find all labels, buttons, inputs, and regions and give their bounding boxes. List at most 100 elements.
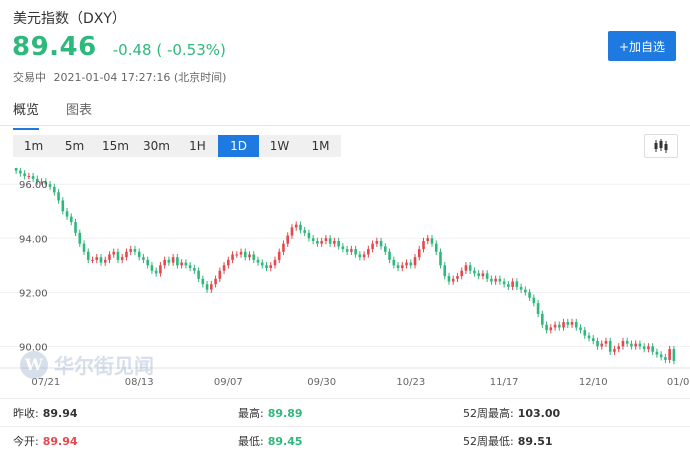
candle <box>566 318 570 328</box>
candle <box>231 251 234 264</box>
stat-label: 52周最高: <box>463 407 514 420</box>
candle <box>108 251 111 264</box>
candle <box>468 262 472 274</box>
stat-value: 89.94 <box>42 407 78 420</box>
status-text: 交易中 <box>13 71 46 84</box>
candle <box>91 256 94 264</box>
candle <box>19 168 22 177</box>
candle <box>528 289 531 301</box>
add-watchlist-button[interactable]: +加自选 <box>608 31 676 61</box>
watermark-logo-icon: W <box>20 350 48 379</box>
candle <box>222 262 226 274</box>
candle <box>664 353 667 364</box>
candle <box>286 232 290 247</box>
candle <box>625 337 629 347</box>
candle <box>524 286 527 296</box>
candle <box>498 275 502 285</box>
period-1h[interactable]: 1H <box>177 135 218 157</box>
candle <box>337 237 340 250</box>
candle <box>371 240 374 253</box>
candle <box>473 267 476 277</box>
candle <box>345 245 349 256</box>
candle <box>74 218 77 237</box>
period-1mo[interactable]: 1M <box>300 135 341 157</box>
page-title: 美元指数（DXY） <box>13 11 126 27</box>
candle <box>477 270 480 280</box>
y-tick-label: 92.00 <box>19 288 48 299</box>
candle <box>430 235 434 247</box>
candle <box>243 248 247 261</box>
candle <box>608 337 612 356</box>
x-tick-label: 10/23 <box>396 377 425 388</box>
stats-row-1: 昨收: 89.94 最高: 89.89 52周最高: 103.00 <box>0 398 690 427</box>
period-30m[interactable]: 30m <box>136 135 177 157</box>
candle <box>541 310 544 328</box>
candle <box>596 337 599 350</box>
candle <box>48 180 52 191</box>
candle <box>294 221 298 231</box>
candle <box>426 235 430 245</box>
x-tick-label: 01/0 <box>667 377 689 388</box>
stat-label: 最低: <box>238 435 264 448</box>
chart-type-button[interactable] <box>644 134 678 158</box>
candle <box>27 172 31 180</box>
candle <box>638 340 642 350</box>
stat-value: 89.94 <box>42 435 78 448</box>
stats-row-2: 今开: 89.94 最低: 89.45 52周最低: 89.51 <box>0 426 690 455</box>
candle <box>384 243 387 256</box>
candle <box>570 318 574 328</box>
candle <box>176 253 179 269</box>
candle <box>574 318 578 331</box>
candle <box>375 237 379 247</box>
period-1d[interactable]: 1D <box>218 135 259 157</box>
period-5m[interactable]: 5m <box>54 135 95 157</box>
candlestick-icon <box>654 139 668 153</box>
y-tick-label: 96.00 <box>19 180 48 191</box>
candle <box>307 229 311 242</box>
candle <box>617 343 621 353</box>
candle <box>103 256 107 266</box>
candle <box>396 262 400 272</box>
candle <box>490 275 493 285</box>
x-tick-label: 11/17 <box>490 377 519 388</box>
candle <box>150 262 154 274</box>
candle <box>159 262 162 277</box>
candle <box>201 275 205 288</box>
tab-divider <box>0 125 690 126</box>
candle <box>502 278 506 288</box>
candle <box>358 251 362 261</box>
candle <box>405 259 408 269</box>
stat-52w-high: 52周最高: 103.00 <box>463 405 560 421</box>
candle <box>558 321 561 331</box>
candle <box>133 245 137 256</box>
price-change: -0.48 ( -0.53%) <box>112 41 226 59</box>
candle <box>214 275 217 288</box>
candle <box>659 351 663 361</box>
candle <box>333 237 336 247</box>
candle <box>350 245 353 256</box>
candle <box>362 251 366 261</box>
candle <box>197 267 200 283</box>
period-15m[interactable]: 15m <box>95 135 136 157</box>
watermark-text: 华尔街见闻 <box>54 354 154 378</box>
candle <box>193 264 196 274</box>
candle <box>180 259 183 269</box>
candle <box>536 299 540 318</box>
candle <box>154 267 158 277</box>
period-1m[interactable]: 1m <box>13 135 54 157</box>
stat-label: 昨收: <box>13 407 39 420</box>
candle <box>14 168 18 174</box>
candle <box>53 183 56 196</box>
candle <box>600 340 604 350</box>
candle <box>235 251 239 258</box>
candle <box>621 337 625 350</box>
stat-52w-low: 52周最低: 89.51 <box>463 433 553 449</box>
candle <box>290 224 294 239</box>
candle <box>137 248 141 261</box>
candle <box>273 256 277 269</box>
period-1w[interactable]: 1W <box>259 135 300 157</box>
candle <box>587 332 591 342</box>
candle <box>265 262 268 272</box>
candle <box>320 237 323 247</box>
candle <box>82 240 86 256</box>
